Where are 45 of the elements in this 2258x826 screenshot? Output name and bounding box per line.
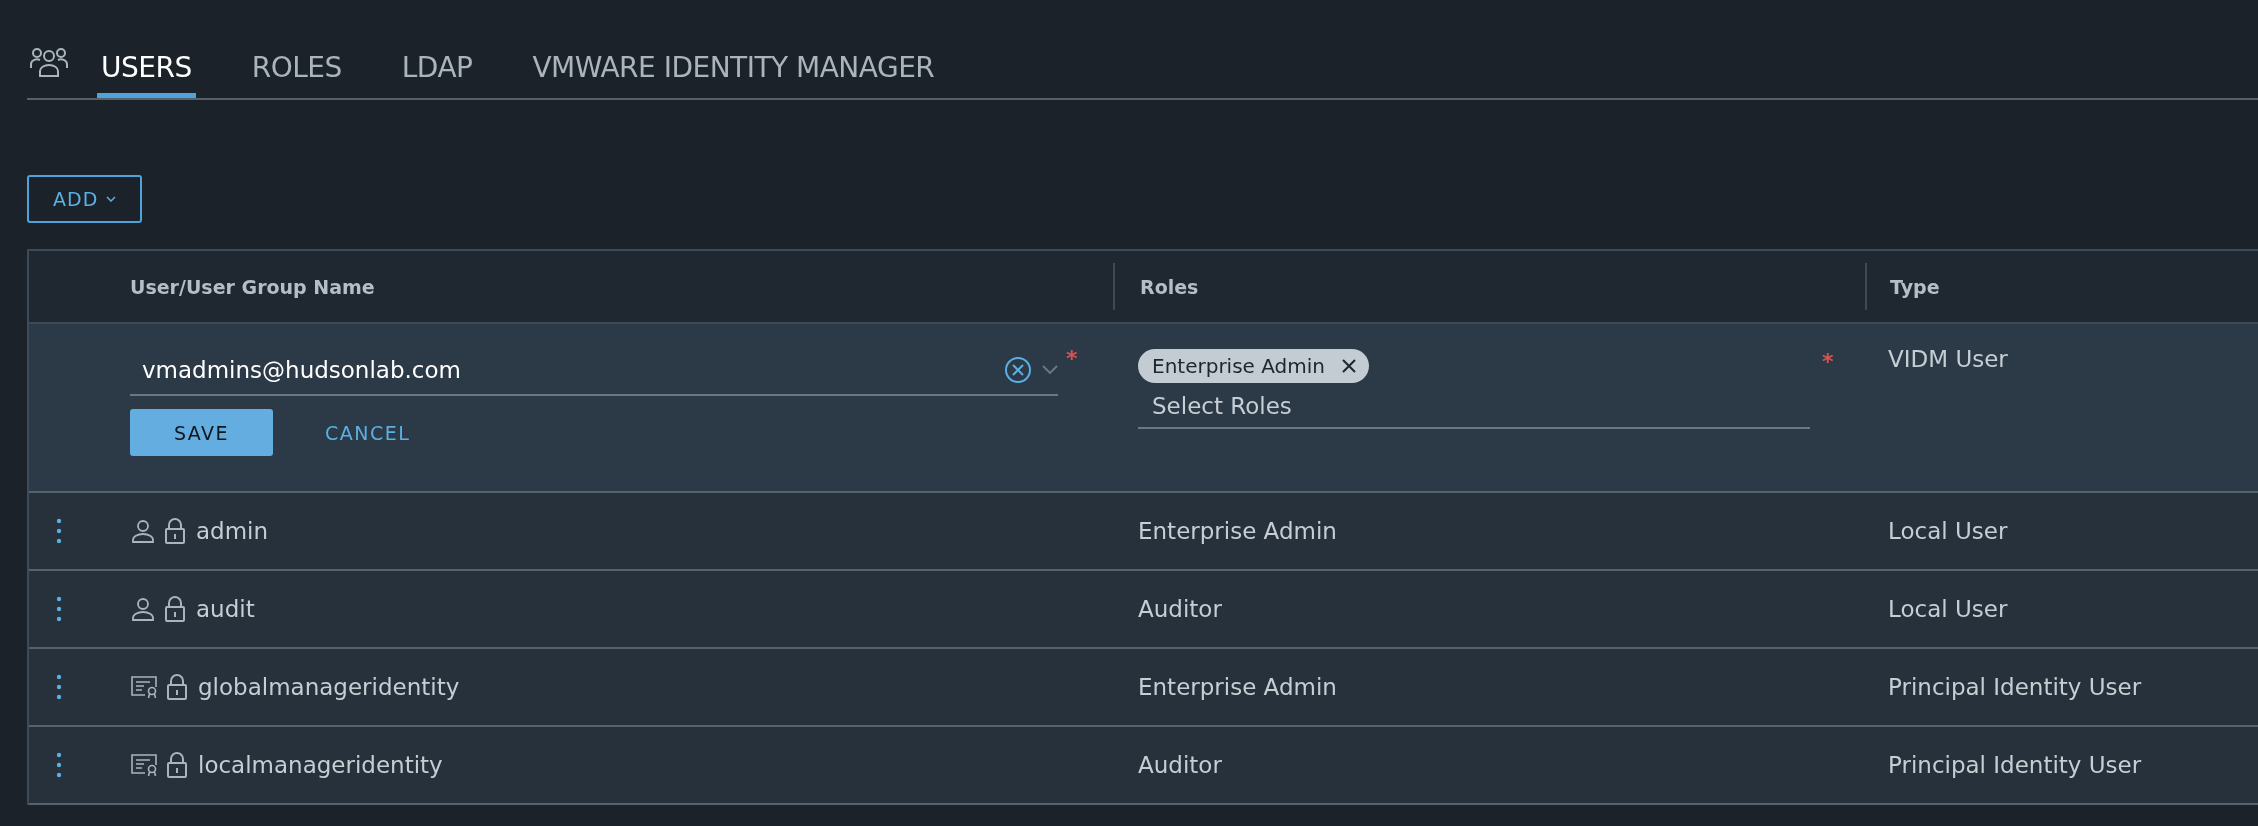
type-text: Principal Identity User [1888, 752, 2142, 778]
cancel-button[interactable]: CANCEL [305, 421, 431, 444]
add-button[interactable]: ADD [27, 175, 143, 223]
save-button[interactable]: SAVE [130, 409, 273, 456]
close-icon[interactable] [1341, 358, 1357, 374]
user-name: audit [196, 596, 255, 622]
type-text: VIDM User [1888, 346, 2008, 372]
lock-icon [164, 595, 186, 623]
role-text: Enterprise Admin [1138, 674, 1337, 700]
certificate-icon [130, 753, 158, 777]
role-chip: Enterprise Admin [1138, 349, 1369, 383]
required-mark: * [1822, 349, 1834, 374]
role-text: Auditor [1138, 752, 1222, 778]
clear-icon[interactable] [1004, 356, 1032, 384]
required-mark: * [1066, 346, 1078, 371]
more-options-icon[interactable] [55, 674, 62, 700]
lock-icon [164, 517, 186, 545]
user-name: localmanageridentity [198, 752, 443, 778]
more-options-icon[interactable] [55, 596, 62, 622]
user-name-field[interactable]: vmadmins@hudsonlab.com [130, 346, 1058, 396]
more-options-icon[interactable] [55, 752, 62, 778]
type-text: Local User [1888, 518, 2008, 544]
user-name: globalmanageridentity [198, 674, 460, 700]
more-options-icon[interactable] [55, 518, 62, 544]
column-header: User/User Group Name [130, 275, 375, 298]
user-name: admin [196, 518, 269, 544]
user-icon [130, 596, 156, 622]
role-text: Auditor [1138, 596, 1222, 622]
type-text: Local User [1888, 596, 2008, 622]
certificate-icon [130, 675, 158, 699]
tab[interactable]: USERS [97, 44, 196, 98]
type-text: Principal Identity User [1888, 674, 2142, 700]
roles-field[interactable]: Enterprise Admin Select Roles [1138, 349, 1810, 429]
user-icon [130, 518, 156, 544]
lock-icon [166, 751, 188, 779]
roles-placeholder: Select Roles [1152, 393, 1292, 419]
column-header: Type [1890, 275, 1940, 298]
column-header: Roles [1140, 275, 1199, 298]
lock-icon [166, 673, 188, 701]
tab[interactable]: LDAP [397, 44, 477, 98]
caret-icon [106, 196, 117, 202]
role-text: Enterprise Admin [1138, 518, 1337, 544]
tab[interactable]: VMWARE IDENTITY MANAGER [528, 44, 939, 98]
chevron-down-icon[interactable] [1042, 365, 1058, 375]
tab[interactable]: ROLES [247, 44, 346, 98]
